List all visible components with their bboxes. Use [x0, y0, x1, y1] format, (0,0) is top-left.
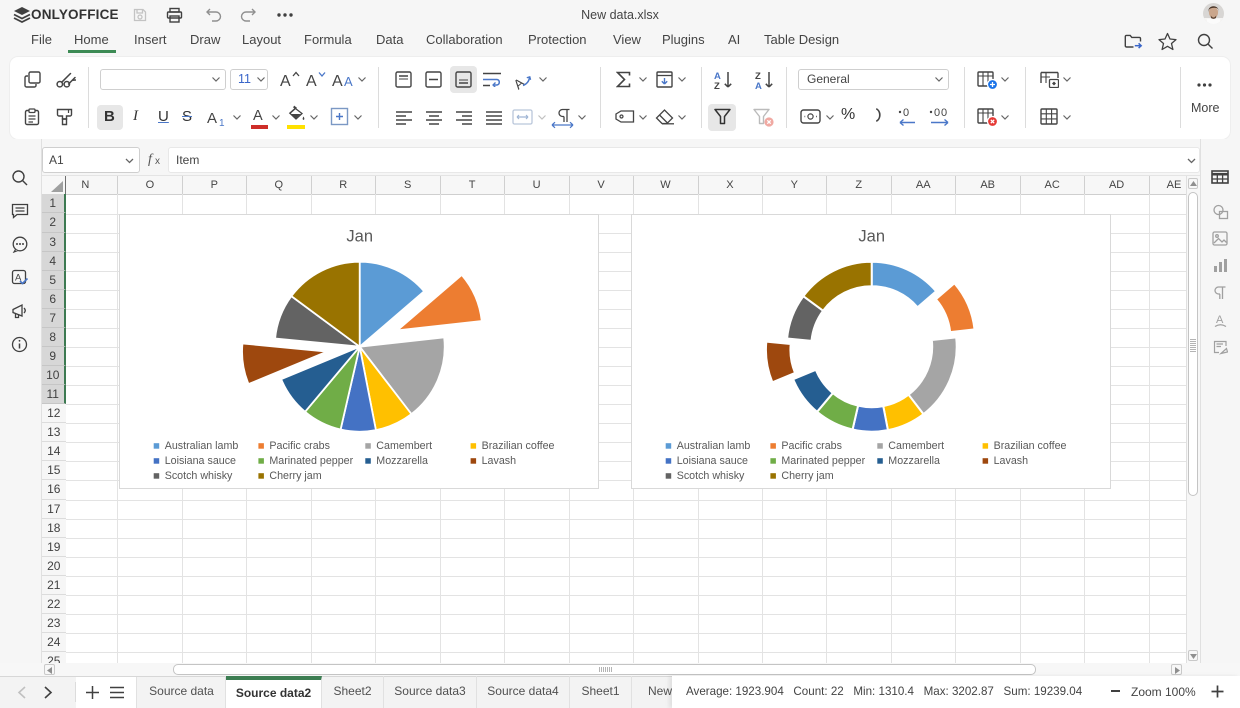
svg-text:A: A — [207, 110, 217, 126]
svg-text:Lavash: Lavash — [994, 455, 1029, 467]
svg-text:Loisiana sauce: Loisiana sauce — [165, 455, 236, 467]
svg-text:Z: Z — [714, 81, 720, 90]
svg-text:Pacific crabs: Pacific crabs — [270, 440, 331, 452]
svg-text:Loisiana sauce: Loisiana sauce — [677, 455, 748, 467]
svg-text:A: A — [306, 73, 317, 88]
svg-text:Cherry jam: Cherry jam — [270, 470, 322, 482]
svg-text:Mozzarella: Mozzarella — [889, 455, 941, 467]
svg-text:A: A — [280, 73, 291, 88]
svg-text:0: 0 — [903, 107, 909, 119]
svg-text:Australian lamb: Australian lamb — [165, 440, 239, 452]
svg-text:Jan: Jan — [859, 227, 886, 245]
svg-text:Marinated pepper: Marinated pepper — [782, 455, 866, 467]
svg-text:Camembert: Camembert — [889, 440, 945, 452]
svg-text:0: 0 — [941, 107, 947, 119]
svg-text:0: 0 — [934, 107, 940, 119]
svg-text:Camembert: Camembert — [377, 440, 433, 452]
svg-text:Scotch whisky: Scotch whisky — [677, 470, 745, 482]
svg-text:A: A — [253, 108, 263, 122]
svg-text:Cherry jam: Cherry jam — [782, 470, 834, 482]
svg-text:x: x — [155, 156, 160, 166]
svg-text:Jan: Jan — [347, 227, 374, 245]
svg-text:Brazilian coffee: Brazilian coffee — [482, 440, 555, 452]
svg-text:Brazilian coffee: Brazilian coffee — [994, 440, 1067, 452]
svg-text:Pacific crabs: Pacific crabs — [782, 440, 843, 452]
svg-text:Marinated pepper: Marinated pepper — [270, 455, 354, 467]
svg-text:Mozzarella: Mozzarella — [377, 455, 429, 467]
svg-text:1: 1 — [219, 118, 225, 126]
svg-text:Lavash: Lavash — [482, 455, 517, 467]
svg-text:A: A — [344, 74, 353, 88]
svg-text:A: A — [332, 73, 343, 88]
svg-text:f: f — [148, 152, 154, 166]
svg-text:Australian lamb: Australian lamb — [677, 440, 751, 452]
svg-text:A: A — [511, 75, 527, 90]
svg-text:Scotch whisky: Scotch whisky — [165, 470, 233, 482]
svg-text:A: A — [755, 81, 762, 90]
